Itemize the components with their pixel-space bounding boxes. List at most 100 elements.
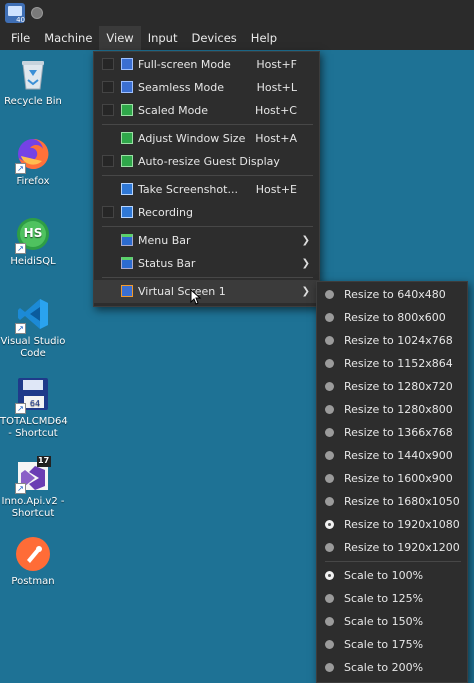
checkbox[interactable] (102, 155, 114, 167)
desktop-icon-heidisql[interactable]: HS ↗ HeidiSQL (0, 216, 66, 268)
radio-button[interactable] (325, 428, 334, 437)
menu-item-auto-resize[interactable]: Auto-resize Guest Display (94, 150, 319, 173)
menu-item-resize[interactable]: Resize to 1680x1050 (317, 490, 467, 513)
checkbox[interactable] (102, 58, 114, 70)
menu-input[interactable]: Input (141, 26, 185, 50)
menu-item-fullscreen[interactable]: Full-screen Mode Host+F (94, 53, 319, 76)
radio-button[interactable] (325, 497, 334, 506)
desktop-icon-label: TOTALCMD64 - Shortcut (0, 416, 68, 439)
menu-item-label: Resize to 1600x900 (344, 472, 453, 485)
menu-item-scale[interactable]: Scale to 125% (317, 587, 467, 610)
radio-button[interactable] (325, 336, 334, 345)
radio-button[interactable] (325, 640, 334, 649)
totalcmd-badge: 64 (30, 399, 40, 408)
vs-version-badge: 17 (38, 456, 50, 465)
menu-machine[interactable]: Machine (37, 26, 99, 50)
desktop-icon-label: Postman (11, 576, 55, 587)
visual-studio-icon: 17 ↗ (15, 456, 51, 494)
desktop-icon-label: HeidiSQL (10, 256, 56, 267)
desktop-icon-postman[interactable]: Postman (0, 536, 66, 588)
menu-view[interactable]: View (99, 26, 141, 50)
menu-item-recording[interactable]: Recording (94, 201, 319, 224)
menu-separator (325, 561, 461, 562)
menu-item-seamless[interactable]: Seamless Mode Host+L (94, 76, 319, 99)
menu-item-label: Recording (138, 206, 194, 219)
desktop-icon-totalcmd[interactable]: 64 ↗ TOTALCMD64 - Shortcut (0, 376, 68, 440)
menu-item-resize[interactable]: Resize to 1440x900 (317, 444, 467, 467)
menu-item-resize[interactable]: Resize to 1280x800 (317, 398, 467, 421)
menu-item-resize[interactable]: Resize to 1920x1200 (317, 536, 467, 559)
radio-button[interactable] (325, 594, 334, 603)
menu-item-status-bar[interactable]: Status Bar ❯ (94, 252, 319, 275)
menu-item-resize[interactable]: Resize to 640x480 (317, 283, 467, 306)
chevron-right-icon: ❯ (301, 258, 310, 269)
menu-item-scale[interactable]: Scale to 150% (317, 610, 467, 633)
menu-item-label: Resize to 1280x720 (344, 380, 453, 393)
radio-button[interactable] (325, 405, 334, 414)
heidisql-icon: HS ↗ (15, 216, 51, 254)
desktop-icon-inno-api[interactable]: 17 ↗ Inno.Api.v2 - Shortcut (0, 456, 66, 520)
desktop-icon-firefox[interactable]: ↗ Firefox (0, 136, 66, 188)
radio-button[interactable] (325, 359, 334, 368)
menu-item-scaled[interactable]: Scaled Mode Host+C (94, 99, 319, 122)
virtualbox-app-icon[interactable]: 40 (5, 3, 25, 24)
menu-item-resize[interactable]: Resize to 1366x768 (317, 421, 467, 444)
menu-item-resize[interactable]: Resize to 1920x1080 (317, 513, 467, 536)
menu-separator (102, 175, 313, 176)
menu-item-resize[interactable]: Resize to 1600x900 (317, 467, 467, 490)
radio-button[interactable] (325, 543, 334, 552)
menu-item-label: Resize to 640x480 (344, 288, 446, 301)
vscode-icon: ↗ (15, 296, 51, 334)
menu-item-resize[interactable]: Resize to 1024x768 (317, 329, 467, 352)
shortcut-arrow-icon: ↗ (15, 163, 26, 174)
menu-item-adjust-window[interactable]: Adjust Window Size Host+A (94, 127, 319, 150)
desktop-icon-vscode[interactable]: ↗ Visual Studio Code (0, 296, 66, 360)
radio-button[interactable] (325, 617, 334, 626)
menu-separator (102, 124, 313, 125)
radio-button[interactable] (325, 451, 334, 460)
menu-item-menu-bar[interactable]: Menu Bar ❯ (94, 229, 319, 252)
radio-button[interactable] (325, 313, 334, 322)
menu-item-resize[interactable]: Resize to 800x600 (317, 306, 467, 329)
radio-button[interactable] (325, 382, 334, 391)
menu-item-label: Resize to 1680x1050 (344, 495, 460, 508)
menu-devices[interactable]: Devices (184, 26, 243, 50)
menu-item-scale[interactable]: Scale to 100% (317, 564, 467, 587)
desktop-icon-label: Visual Studio Code (0, 336, 66, 359)
menu-item-virtual-screen[interactable]: Virtual Screen 1 ❯ (94, 280, 319, 303)
radio-button[interactable] (325, 474, 334, 483)
radio-button[interactable] (325, 290, 334, 299)
checkbox[interactable] (102, 81, 114, 93)
menu-bar: File Machine View Input Devices Help (0, 26, 474, 50)
shortcut-arrow-icon: ↗ (15, 323, 26, 334)
checkbox[interactable] (102, 206, 114, 218)
menu-bar-icon (121, 234, 133, 246)
menu-item-label: Seamless Mode (138, 81, 224, 94)
menu-file[interactable]: File (0, 26, 37, 50)
radio-button[interactable] (325, 520, 334, 529)
menu-item-resize[interactable]: Resize to 1280x720 (317, 375, 467, 398)
view-menu: Full-screen Mode Host+F Seamless Mode Ho… (93, 51, 320, 307)
menu-item-label: Scaled Mode (138, 104, 209, 117)
radio-button[interactable] (325, 663, 334, 672)
virtual-screen-icon (121, 285, 133, 297)
menu-separator (102, 277, 313, 278)
menu-item-scale[interactable]: Scale to 200% (317, 656, 467, 679)
fullscreen-icon (121, 58, 133, 70)
menu-item-shortcut: Host+F (256, 58, 297, 71)
menu-item-scale[interactable]: Scale to 175% (317, 633, 467, 656)
menu-item-label: Full-screen Mode (138, 58, 231, 71)
firefox-icon: ↗ (15, 136, 51, 174)
checkbox[interactable] (102, 104, 114, 116)
menu-item-resize[interactable]: Resize to 1152x864 (317, 352, 467, 375)
menu-item-label: Resize to 1920x1200 (344, 541, 460, 554)
virtual-screen-submenu: Resize to 640x480 Resize to 800x600 Resize… (316, 281, 468, 683)
menu-help[interactable]: Help (244, 26, 284, 50)
desktop-icon-recycle-bin[interactable]: Recycle Bin (0, 56, 66, 108)
menu-item-screenshot[interactable]: Take Screenshot... Host+E (94, 178, 319, 201)
radio-button[interactable] (325, 571, 334, 580)
menu-item-label: Resize to 1366x768 (344, 426, 453, 439)
menu-item-label: Resize to 1280x800 (344, 403, 453, 416)
window-circle-button[interactable] (31, 7, 43, 19)
menu-item-label: Scale to 100% (344, 569, 424, 582)
